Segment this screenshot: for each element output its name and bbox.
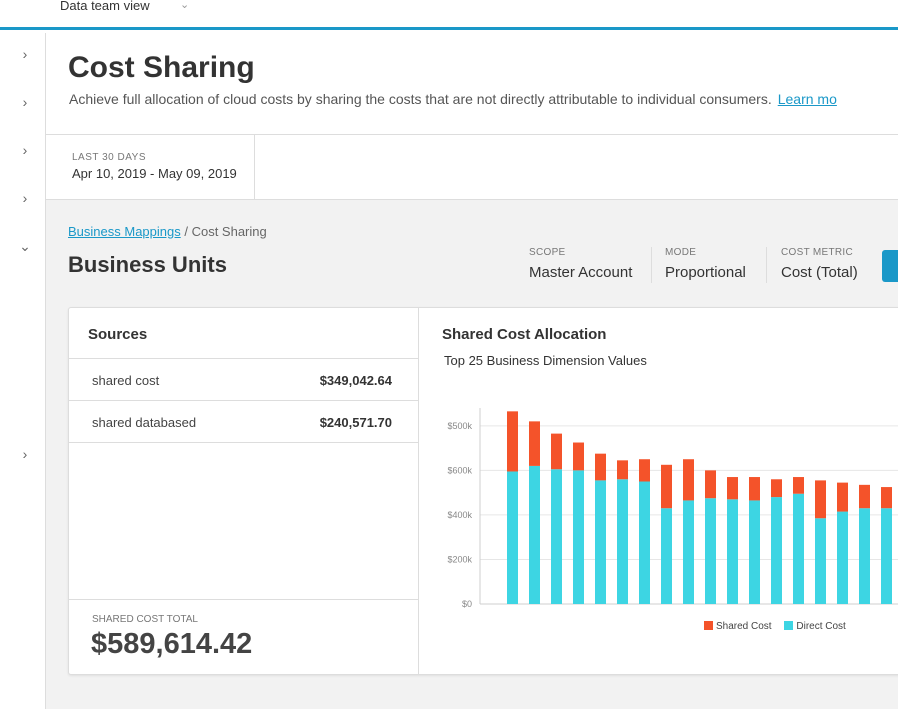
shared-cost-bar[interactable] <box>507 411 518 472</box>
direct-cost-bar[interactable] <box>815 518 826 604</box>
shared-cost-bar[interactable] <box>617 460 628 480</box>
meta-divider <box>651 247 652 283</box>
shared-cost-bar[interactable] <box>837 482 848 512</box>
shared-cost-bar[interactable] <box>815 480 826 519</box>
y-tick-label: $200k <box>447 554 472 564</box>
shared-cost-chart: $0 $200k $400k $600k $500k <box>447 408 898 609</box>
chevron-right-icon[interactable]: › <box>18 95 32 109</box>
shared-cost-bar[interactable] <box>573 442 584 471</box>
y-tick-label: $0 <box>462 599 472 609</box>
breadcrumb-link-business-mappings[interactable]: Business Mappings <box>68 224 181 239</box>
direct-cost-bar[interactable] <box>639 481 650 605</box>
source-row[interactable]: shared databased $240,571.70 <box>69 400 419 443</box>
direct-cost-bar[interactable] <box>661 508 672 604</box>
date-range-picker[interactable]: LAST 30 DAYS Apr 10, 2019 - May 09, 2019 <box>46 135 255 200</box>
source-row[interactable]: shared cost $349,042.64 <box>69 358 419 401</box>
breadcrumb-separator: / <box>180 224 192 239</box>
shared-cost-bar[interactable] <box>595 453 606 481</box>
mode-label: MODE <box>665 247 697 258</box>
source-amount: $349,042.64 <box>319 373 392 388</box>
cost-metric-meta: COST METRIC Cost (Total) <box>781 247 858 281</box>
mode-value: Proportional <box>665 264 746 281</box>
breadcrumb: Business Mappings / Cost Sharing <box>68 224 267 239</box>
learn-more-link[interactable]: Learn mo <box>778 91 837 107</box>
chevron-down-icon[interactable]: ⌄ <box>18 239 32 253</box>
date-range-value: Apr 10, 2019 - May 09, 2019 <box>72 166 237 181</box>
total-value: $589,614.42 <box>91 628 253 660</box>
shared-cost-total: SHARED COST TOTAL $589,614.42 <box>69 599 419 674</box>
direct-cost-swatch <box>784 621 794 630</box>
source-name: shared databased <box>92 415 197 430</box>
shared-cost-bar[interactable] <box>683 459 694 501</box>
chevron-right-icon[interactable]: › <box>18 47 32 61</box>
source-amount: $240,571.70 <box>319 415 392 430</box>
y-tick-label: $500k <box>447 421 472 431</box>
direct-cost-bar[interactable] <box>617 479 628 604</box>
chevron-right-icon[interactable]: › <box>18 143 32 157</box>
chart-subtitle: Top 25 Business Dimension Values <box>444 353 647 368</box>
total-label: SHARED COST TOTAL <box>92 614 198 625</box>
chart-legend: Shared Cost Direct Cost <box>704 621 846 632</box>
direct-cost-bar[interactable] <box>859 508 870 604</box>
direct-cost-bar[interactable] <box>595 480 606 604</box>
direct-cost-bar[interactable] <box>573 470 584 604</box>
shared-cost-swatch <box>704 621 713 630</box>
view-selector[interactable]: Data team view <box>60 0 150 13</box>
direct-cost-bar[interactable] <box>507 471 518 604</box>
direct-cost-bar[interactable] <box>705 498 716 604</box>
shared-cost-bar[interactable] <box>793 477 804 494</box>
shared-cost-bar[interactable] <box>749 477 760 501</box>
scope-meta: SCOPE Master Account <box>529 247 632 281</box>
shared-cost-bar[interactable] <box>529 421 540 466</box>
shared-cost-bar[interactable] <box>881 487 892 509</box>
action-button[interactable] <box>882 250 898 282</box>
direct-cost-bar[interactable] <box>727 499 738 604</box>
page-title: Cost Sharing <box>68 51 255 84</box>
scope-label: SCOPE <box>529 247 566 258</box>
direct-cost-bar[interactable] <box>771 497 782 604</box>
direct-cost-bar[interactable] <box>529 465 540 604</box>
top-bar: Data team view ⌄ <box>0 0 898 30</box>
main-content: Cost Sharing Achieve full allocation of … <box>46 33 898 709</box>
chevron-right-icon[interactable]: › <box>18 191 32 205</box>
scope-value: Master Account <box>529 264 633 281</box>
shared-cost-bar[interactable] <box>661 464 672 509</box>
legend-direct-label: Direct Cost <box>796 621 846 632</box>
shared-cost-bar[interactable] <box>705 470 716 499</box>
y-tick-label: $400k <box>447 510 472 520</box>
direct-cost-bar[interactable] <box>881 508 892 604</box>
direct-cost-bar[interactable] <box>551 469 562 604</box>
side-rail: › › › › ⌄ › <box>0 33 46 709</box>
sources-title: Sources <box>88 326 148 343</box>
meta-divider <box>766 247 767 283</box>
mode-meta: MODE Proportional <box>665 247 746 281</box>
direct-cost-bar[interactable] <box>749 500 760 604</box>
date-range-label: LAST 30 DAYS <box>72 152 146 163</box>
legend-shared-label: Shared Cost <box>716 621 772 632</box>
chart-title: Shared Cost Allocation <box>442 326 607 343</box>
shared-cost-bar[interactable] <box>771 479 782 498</box>
allocation-card: Sources shared cost $349,042.64 shared d… <box>68 307 898 675</box>
shared-cost-bar[interactable] <box>859 484 870 509</box>
direct-cost-bar[interactable] <box>793 493 804 604</box>
cost-metric-value: Cost (Total) <box>781 264 858 281</box>
cost-metric-label: COST METRIC <box>781 247 854 258</box>
page-subtitle: Achieve full allocation of cloud costs b… <box>69 91 837 107</box>
shared-cost-bar[interactable] <box>727 477 738 500</box>
breadcrumb-current: Cost Sharing <box>191 224 267 239</box>
shared-cost-bar[interactable] <box>639 459 650 482</box>
source-name: shared cost <box>92 373 160 388</box>
subtitle-text: Achieve full allocation of cloud costs b… <box>69 91 772 107</box>
chevron-down-icon[interactable]: ⌄ <box>180 0 189 11</box>
sources-panel: Sources shared cost $349,042.64 shared d… <box>69 308 419 674</box>
date-bar: LAST 30 DAYS Apr 10, 2019 - May 09, 2019 <box>46 135 898 200</box>
direct-cost-bar[interactable] <box>837 511 848 604</box>
direct-cost-bar[interactable] <box>683 500 694 604</box>
section-title: Business Units <box>68 252 227 277</box>
shared-cost-bar[interactable] <box>551 433 562 470</box>
y-tick-label: $600k <box>447 465 472 475</box>
page-header: Cost Sharing Achieve full allocation of … <box>46 33 898 135</box>
chevron-right-icon[interactable]: › <box>18 447 32 461</box>
